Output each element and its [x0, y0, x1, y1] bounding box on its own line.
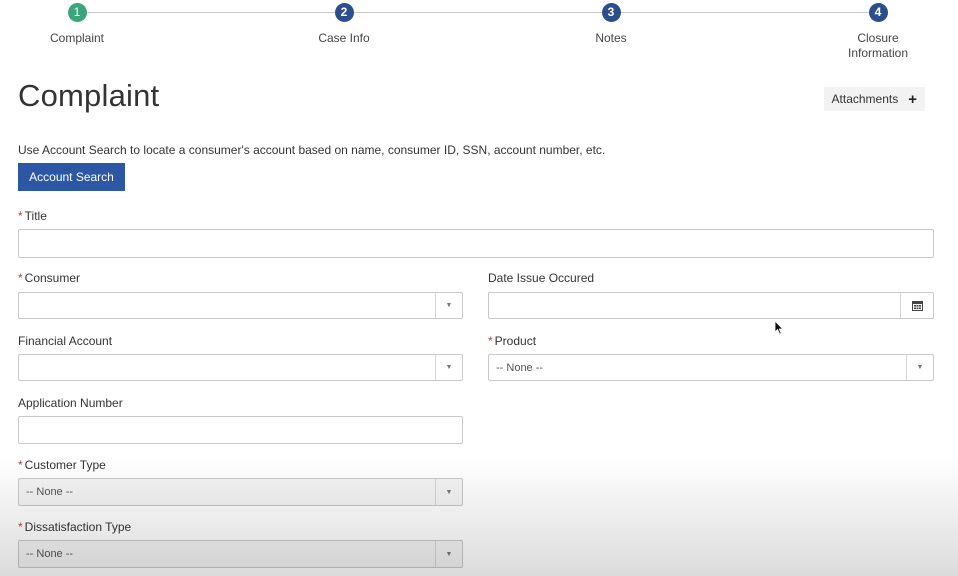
page-title: Complaint [18, 78, 160, 113]
dropdown-caret-icon[interactable]: ▼ [435, 293, 462, 318]
step-number: 1 [67, 3, 87, 22]
date-issue-value [489, 293, 900, 318]
title-label-text: Title [24, 209, 47, 223]
step-label: Case Info [318, 31, 370, 45]
dropdown-caret-icon[interactable]: ▼ [435, 479, 462, 505]
customer-type-value: -- None -- [26, 486, 74, 498]
account-search-button[interactable]: Account Search [18, 163, 125, 191]
financial-account-label-text: Financial Account [18, 334, 113, 348]
required-marker: * [488, 334, 493, 348]
customer-type-label: * Customer Type [18, 458, 106, 472]
product-label-text: Product [494, 334, 537, 348]
attachments-label: Attachments [831, 92, 899, 106]
step-case-info[interactable]: 2 Case Info [284, 3, 404, 46]
required-marker: * [18, 458, 23, 472]
calendar-icon[interactable] [900, 293, 933, 318]
required-marker: * [18, 520, 23, 534]
date-issue-label-text: Date Issue Occured [488, 271, 595, 285]
application-number-label-text: Application Number [18, 396, 123, 410]
financial-account-lookup[interactable]: ▼ [18, 354, 463, 381]
step-label: Notes [595, 31, 627, 45]
dropdown-caret-icon[interactable]: ▼ [906, 355, 933, 380]
step-number: 3 [601, 3, 621, 22]
date-issue-label: Date Issue Occured [488, 271, 594, 285]
attachments-button[interactable]: Attachments + [823, 87, 925, 111]
consumer-label: * Consumer [18, 271, 80, 285]
dissatisfaction-type-label: * Dissatisfaction Type [18, 520, 131, 534]
step-closure-information[interactable]: 4 Closure Information [843, 3, 913, 61]
dropdown-caret-icon[interactable]: ▼ [435, 355, 462, 380]
dissatisfaction-type-label-text: Dissatisfaction Type [24, 520, 132, 534]
step-notes[interactable]: 3 Notes [551, 3, 671, 46]
step-number: 4 [868, 3, 888, 22]
title-label: * Title [18, 209, 47, 223]
date-issue-field[interactable] [488, 292, 934, 319]
plus-icon: + [908, 90, 917, 108]
required-marker: * [18, 209, 23, 223]
product-label: * Product [488, 334, 536, 348]
dropdown-caret-icon[interactable]: ▼ [435, 541, 462, 567]
product-value: -- None -- [496, 361, 544, 374]
consumer-lookup[interactable]: ▼ [18, 292, 463, 319]
required-marker: * [18, 271, 23, 285]
customer-type-label-text: Customer Type [24, 458, 106, 472]
step-label: Closure Information [847, 31, 909, 60]
product-select[interactable]: -- None -- ▼ [488, 354, 934, 381]
customer-type-select[interactable]: -- None -- ▼ [18, 478, 463, 506]
mouse-cursor-icon [774, 320, 784, 335]
dissatisfaction-type-value: -- None -- [26, 548, 74, 560]
step-number: 2 [334, 3, 354, 22]
step-label: Complaint [49, 31, 105, 45]
consumer-label-text: Consumer [24, 271, 81, 285]
application-number-input[interactable] [18, 416, 463, 444]
financial-account-label: Financial Account [18, 334, 112, 348]
step-complaint[interactable]: 1 Complaint [17, 3, 137, 46]
application-number-label: Application Number [18, 396, 123, 410]
title-input[interactable] [18, 229, 934, 258]
account-search-help-text: Use Account Search to locate a consumer'… [18, 143, 606, 157]
dissatisfaction-type-select[interactable]: -- None -- ▼ [18, 540, 463, 568]
progress-stepper: 1 Complaint 2 Case Info 3 Notes 4 Closur… [0, 0, 958, 66]
